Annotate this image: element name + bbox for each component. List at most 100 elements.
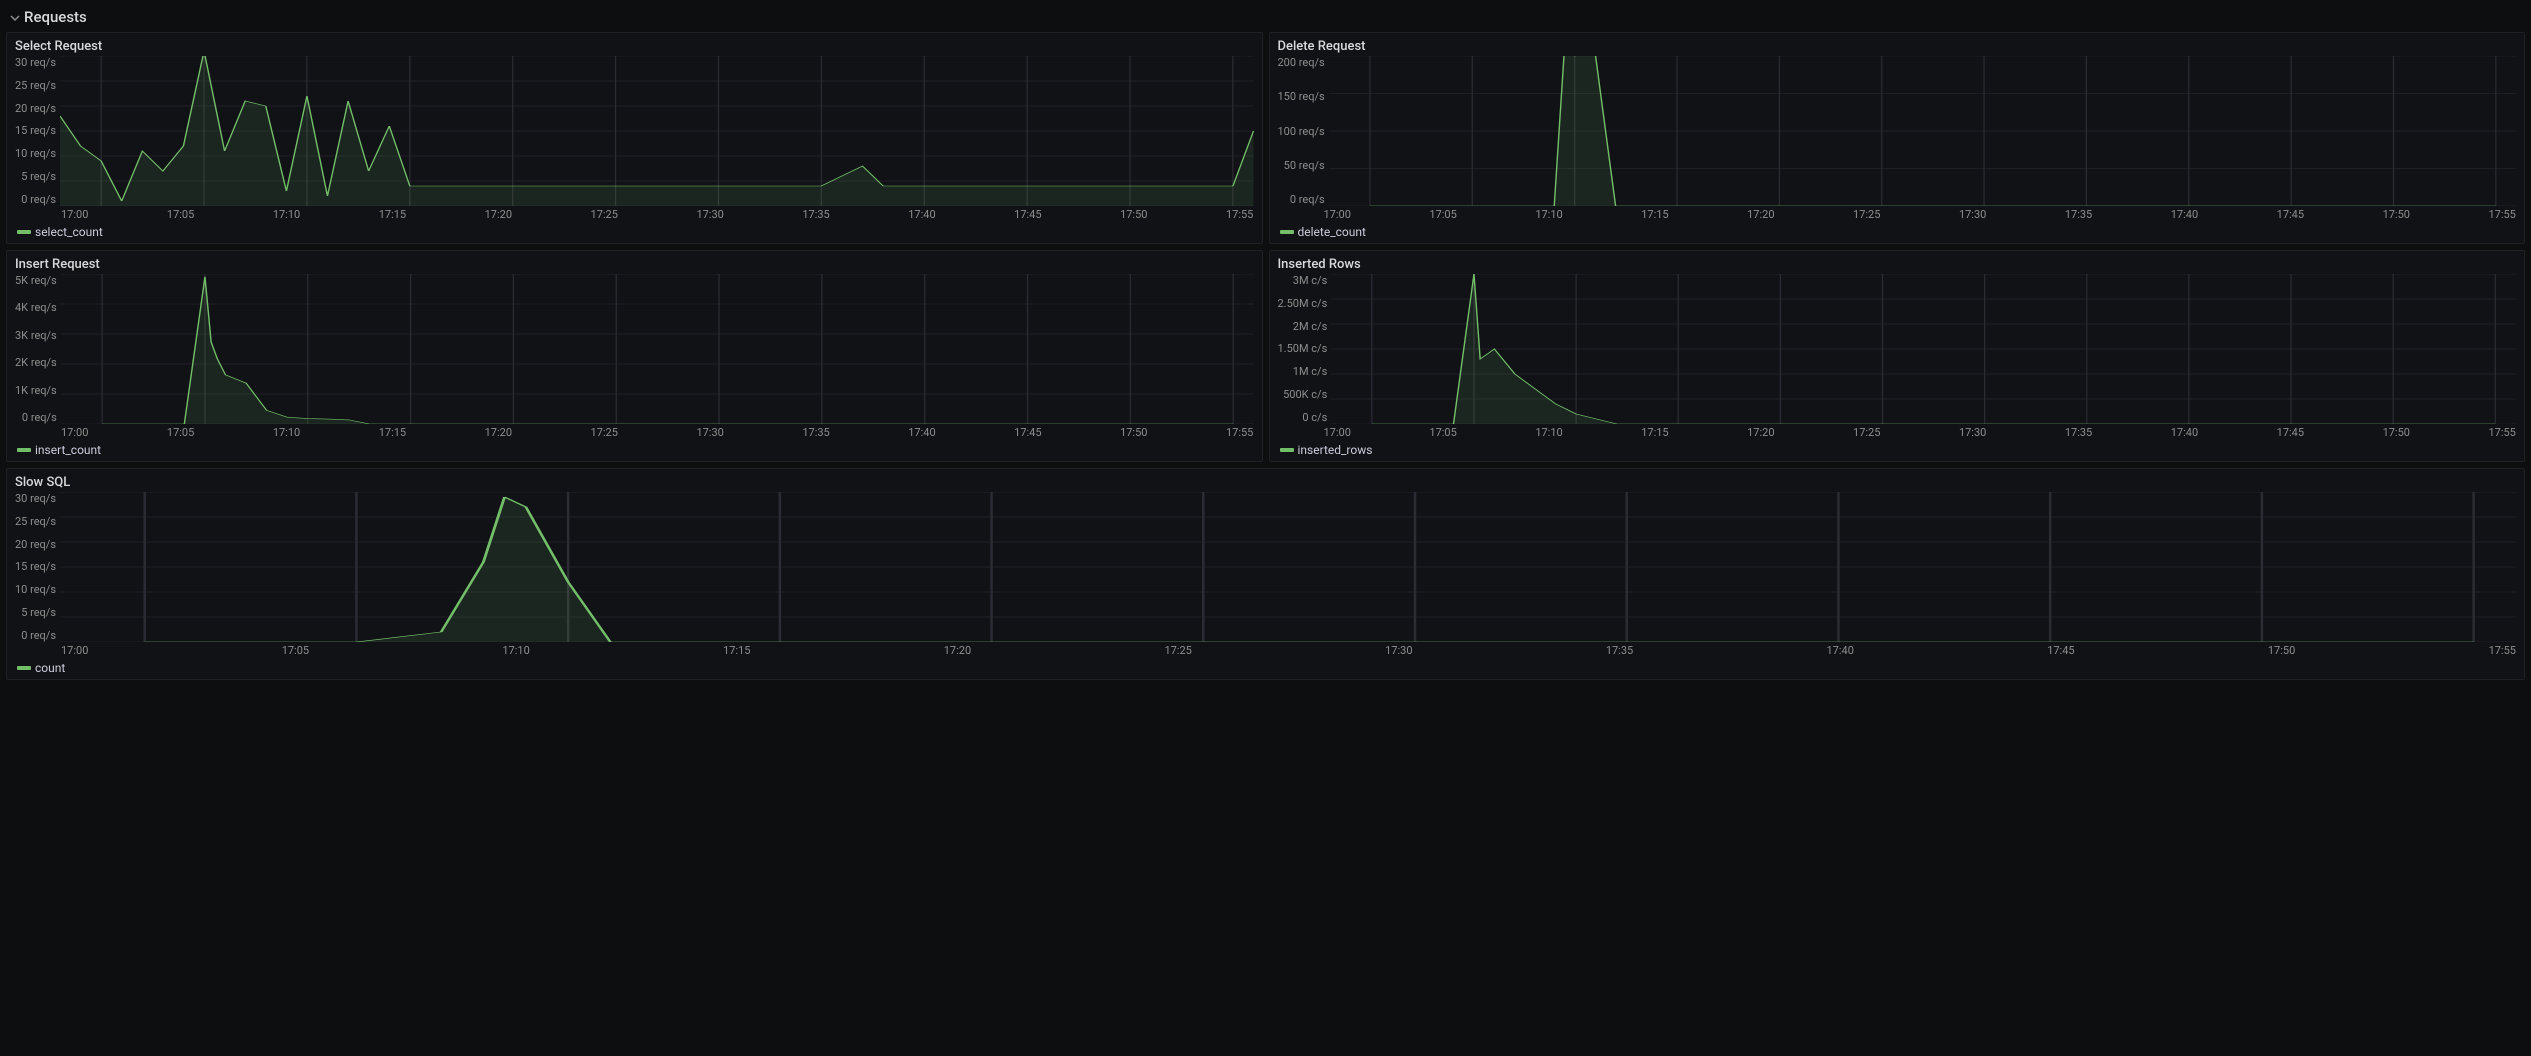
panel-title: Select Request (15, 39, 1254, 56)
y-tick: 2K req/s (15, 356, 57, 369)
y-tick: 10 req/s (15, 147, 56, 160)
x-tick: 17:50 (1120, 426, 1147, 439)
x-axis: 17:0017:0517:1017:1517:2017:2517:3017:35… (1278, 208, 2517, 221)
x-tick: 17:15 (1641, 426, 1668, 439)
chart-area: 5K req/s4K req/s3K req/s2K req/s1K req/s… (15, 274, 1254, 439)
legend-swatch (17, 666, 31, 670)
x-tick: 17:35 (802, 208, 829, 221)
x-tick: 17:20 (1747, 208, 1774, 221)
y-tick: 5K req/s (15, 274, 57, 287)
x-tick: 17:15 (379, 426, 406, 439)
y-axis: 30 req/s25 req/s20 req/s15 req/s10 req/s… (15, 492, 60, 642)
legend-label: insert_count (35, 443, 101, 457)
x-tick: 17:30 (1959, 208, 1986, 221)
x-tick: 17:40 (1827, 644, 1854, 657)
x-tick: 17:10 (273, 208, 300, 221)
x-tick: 17:10 (1535, 426, 1562, 439)
x-tick: 17:35 (2065, 208, 2092, 221)
legend[interactable]: inserted_rows (1278, 439, 2517, 457)
legend[interactable]: count (15, 657, 2516, 675)
x-tick: 17:15 (723, 644, 750, 657)
x-tick: 17:40 (2171, 426, 2198, 439)
x-tick: 17:40 (2171, 208, 2198, 221)
plot-svg (1329, 56, 2516, 206)
section-title: Requests (24, 8, 87, 26)
y-tick: 0 req/s (21, 193, 56, 206)
panel-slow-sql[interactable]: Slow SQL 30 req/s25 req/s20 req/s15 req/… (6, 468, 2525, 680)
y-tick: 0 req/s (1290, 193, 1325, 206)
x-tick: 17:30 (696, 426, 723, 439)
legend[interactable]: insert_count (15, 439, 1254, 457)
x-tick: 17:35 (802, 426, 829, 439)
y-tick: 20 req/s (15, 538, 56, 551)
x-tick: 17:05 (282, 644, 309, 657)
x-tick: 17:50 (2268, 644, 2295, 657)
x-tick: 17:15 (1641, 208, 1668, 221)
x-tick: 17:50 (1120, 208, 1147, 221)
x-tick: 17:00 (61, 208, 88, 221)
y-tick: 4K req/s (15, 301, 57, 314)
panel-insert-request[interactable]: Insert Request 5K req/s 4K req/s 3K req/s 2… (6, 250, 1263, 462)
y-tick: 2.50M c/s (1278, 297, 1328, 310)
x-tick: 17:25 (591, 208, 618, 221)
panel-title: Slow SQL (15, 475, 2516, 492)
section-header[interactable]: Requests (4, 4, 2527, 30)
x-tick: 17:20 (944, 644, 971, 657)
y-axis: 200 req/s150 req/s100 req/s50 req/s0 req… (1278, 56, 1329, 206)
x-axis: 17:0017:0517:1017:1517:2017:2517:3017:35… (15, 426, 1254, 439)
x-tick: 17:55 (2488, 426, 2515, 439)
legend-swatch (1280, 230, 1294, 234)
x-tick: 17:45 (2047, 644, 2074, 657)
legend[interactable]: select_count (15, 221, 1254, 239)
panel-title: Delete Request (1278, 39, 2517, 56)
chart-area: 200 req/s150 req/s100 req/s50 req/s0 req… (1278, 56, 2517, 221)
x-tick: 17:55 (1226, 426, 1253, 439)
plot-svg (61, 274, 1254, 424)
legend-label: inserted_rows (1298, 443, 1373, 457)
y-axis: 5K req/s4K req/s3K req/s2K req/s1K req/s… (15, 274, 61, 424)
x-tick: 17:05 (167, 426, 194, 439)
panel-grid: Select Request 30 req/s 25 req/s 20 req/s 1… (4, 30, 2527, 682)
y-tick: 1.50M c/s (1278, 342, 1328, 355)
x-tick: 17:35 (2065, 426, 2092, 439)
panel-title: Inserted Rows (1278, 257, 2517, 274)
x-tick: 17:00 (61, 644, 88, 657)
y-tick: 25 req/s (15, 79, 56, 92)
y-tick: 30 req/s (15, 492, 56, 505)
x-tick: 17:00 (1324, 426, 1351, 439)
y-tick: 1M c/s (1293, 365, 1328, 378)
y-tick: 2M c/s (1293, 320, 1328, 333)
y-tick: 150 req/s (1278, 90, 1325, 103)
y-tick: 3K req/s (15, 329, 57, 342)
legend-label: select_count (35, 225, 103, 239)
x-tick: 17:25 (1853, 208, 1880, 221)
legend[interactable]: delete_count (1278, 221, 2517, 239)
x-tick: 17:25 (591, 426, 618, 439)
x-tick: 17:45 (2277, 208, 2304, 221)
chart-area: 30 req/s25 req/s20 req/s15 req/s10 req/s… (15, 56, 1254, 221)
x-tick: 17:40 (908, 426, 935, 439)
x-axis: 17:0017:0517:1017:1517:2017:2517:3017:35… (15, 208, 1254, 221)
y-tick: 5 req/s (21, 606, 56, 619)
x-tick: 17:20 (485, 208, 512, 221)
panel-delete-request[interactable]: Delete Request 200 req/s150 req/s100 req… (1269, 32, 2526, 244)
plot-svg (1331, 274, 2516, 424)
panel-select-request[interactable]: Select Request 30 req/s25 req/s20 req/s1… (6, 32, 1263, 244)
panel-inserted-rows[interactable]: Inserted Rows 3M c/s2.50M c/s2M c/s1.50M… (1269, 250, 2526, 462)
x-tick: 17:50 (2383, 426, 2410, 439)
plot-svg (60, 56, 1253, 206)
legend-label: count (35, 661, 65, 675)
x-tick: 17:30 (1959, 426, 1986, 439)
y-tick: 15 req/s (15, 560, 56, 573)
panel-title: Insert Request (15, 257, 1254, 274)
plot-svg (60, 492, 2516, 642)
y-tick: 100 req/s (1278, 125, 1325, 138)
x-tick: 17:55 (2488, 208, 2515, 221)
x-tick: 17:35 (1606, 644, 1633, 657)
x-tick: 17:25 (1853, 426, 1880, 439)
y-axis: 3M c/s2.50M c/s2M c/s1.50M c/s1M c/s500K… (1278, 274, 1332, 424)
chart-area: 30 req/s25 req/s20 req/s15 req/s10 req/s… (15, 492, 2516, 657)
y-tick: 15 req/s (15, 124, 56, 137)
legend-swatch (17, 230, 31, 234)
y-tick: 500K c/s (1283, 388, 1327, 401)
